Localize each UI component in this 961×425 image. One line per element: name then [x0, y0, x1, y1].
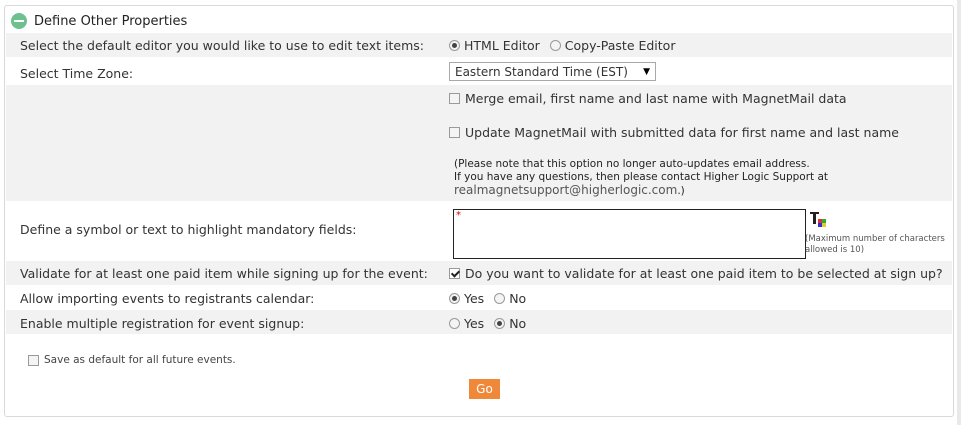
html-editor-label: HTML Editor — [464, 38, 540, 53]
import-calendar-label: Allow importing events to registrants ca… — [20, 291, 315, 306]
paid-validation-checkbox-label: Do you want to validate for at least one… — [465, 266, 943, 281]
merge-label: Merge email, first name and last name wi… — [465, 91, 847, 106]
merge-option: Merge email, first name and last name wi… — [449, 91, 847, 106]
dropdown-arrow-icon: ▼ — [643, 66, 650, 77]
save-default-label: Save as default for all future events. — [44, 354, 236, 366]
timezone-value: Eastern Standard Time (EST) — [455, 64, 628, 79]
copy-paste-editor-radio[interactable] — [549, 40, 561, 51]
html-editor-radio[interactable] — [449, 40, 460, 51]
copy-paste-editor-label: Copy-Paste Editor — [564, 38, 676, 53]
panel-header[interactable]: Define Other Properties — [11, 12, 187, 30]
multiple-registration-label: Enable multiple registration for event s… — [20, 316, 305, 331]
paid-validation-label: Validate for at least one paid item whil… — [20, 266, 428, 281]
import-calendar-yes-label: Yes — [464, 291, 485, 306]
update-option: Update MagnetMail with submitted data fo… — [449, 125, 899, 140]
collapse-minus-icon[interactable] — [11, 13, 27, 29]
panel-title: Define Other Properties — [34, 13, 188, 29]
multiple-registration-no-radio[interactable] — [494, 318, 506, 329]
update-checkbox[interactable] — [449, 127, 460, 138]
merge-checkbox[interactable] — [449, 93, 460, 104]
paid-validation-row: Validate for at least one paid item whil… — [6, 261, 952, 285]
define-other-properties-panel: Define Other Properties Select the defau… — [4, 5, 954, 417]
multiple-registration-yes-label: Yes — [464, 316, 485, 331]
update-label: Update MagnetMail with submitted data fo… — [465, 125, 899, 140]
editor-label: Select the default editor you would like… — [20, 38, 424, 53]
support-email-link[interactable]: realmagnetsupport@higherlogic.com — [454, 183, 677, 197]
page-scrollbar[interactable] — [957, 0, 961, 425]
multiple-registration-row: Enable multiple registration for event s… — [6, 310, 952, 334]
magnetmail-note: (Please note that this option no longer … — [454, 158, 828, 198]
multiple-registration-yes-radio[interactable] — [449, 318, 460, 329]
timezone-select[interactable]: Eastern Standard Time (EST) ▼ — [449, 62, 656, 81]
multiple-registration-no-label: No — [509, 316, 527, 331]
max-characters-note: (Maximum number of characters allowed is… — [805, 234, 945, 255]
paid-validation-checkbox[interactable] — [449, 268, 460, 279]
note-end: .) — [677, 185, 685, 197]
import-calendar-no-radio[interactable] — [494, 293, 506, 304]
save-default-option: Save as default for all future events. — [28, 354, 236, 366]
mandatory-label: Define a symbol or text to highlight man… — [20, 222, 357, 237]
import-calendar-no-label: No — [509, 291, 527, 306]
editor-row: Select the default editor you would like… — [6, 33, 952, 57]
import-calendar-yes-radio[interactable] — [449, 293, 460, 304]
editor-options: HTML Editor Copy-Paste Editor — [449, 38, 675, 53]
go-button[interactable]: Go — [469, 379, 500, 399]
import-calendar-row: Allow importing events to registrants ca… — [6, 285, 952, 310]
timezone-row: Select Time Zone: Eastern Standard Time … — [6, 57, 952, 85]
mandatory-symbol-input[interactable]: * — [453, 209, 806, 259]
text-format-icon[interactable] — [810, 212, 826, 228]
save-default-checkbox[interactable] — [28, 354, 39, 366]
note-line-1: (Please note that this option no longer … — [454, 158, 810, 170]
mandatory-symbol-value: * — [456, 210, 461, 221]
timezone-label: Select Time Zone: — [20, 66, 134, 81]
